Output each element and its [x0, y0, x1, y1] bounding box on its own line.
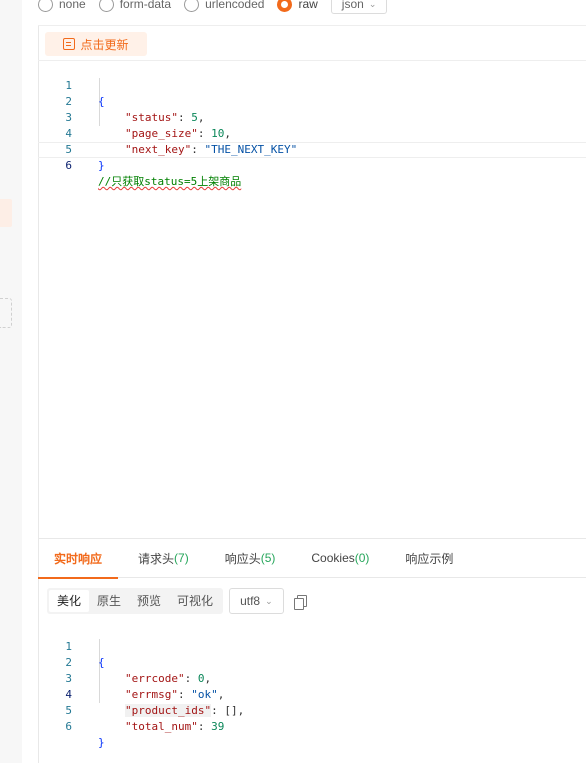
close-brace: } [98, 736, 105, 749]
code-line: 1 { [38, 623, 104, 669]
view-mode-raw[interactable]: 原生 [89, 590, 129, 612]
left-sidebar-edge [0, 0, 22, 763]
code-line: 4 "product_ids": [], [38, 671, 244, 717]
json-key: "errcode" [125, 672, 185, 685]
tab-request-headers[interactable]: 请求头 (7) [122, 538, 205, 578]
code-line: 5 } [38, 126, 104, 172]
radio-circle-icon [38, 0, 53, 12]
encoding-select[interactable]: utf8 ⌄ [229, 588, 284, 614]
radio-none[interactable]: none [38, 0, 86, 12]
sidebar-selected-marker [0, 199, 12, 227]
tab-label: 响应示例 [405, 551, 454, 566]
view-mode-preview[interactable]: 预览 [129, 590, 169, 612]
json-colon: : [184, 672, 198, 685]
open-brace: { [98, 656, 105, 669]
json-key: "product_ids" [125, 704, 212, 717]
radio-label: form-data [119, 0, 172, 11]
raw-format-value: json [341, 0, 364, 11]
tab-label: Cookies [311, 551, 355, 565]
json-value: [] [224, 704, 238, 717]
json-value: 5 [191, 111, 198, 124]
sidebar-drop-zone [0, 298, 12, 328]
json-key: "errmsg" [125, 688, 178, 701]
line-number: 6 [65, 159, 72, 172]
json-colon: : [197, 127, 212, 140]
line-number: 6 [65, 720, 72, 733]
radio-label: urlencoded [205, 0, 265, 11]
code-line: 6 } [38, 703, 104, 749]
tab-count: (5) [260, 551, 276, 565]
response-body-viewer[interactable]: 1 { 2 "errcode": 0, 3 "errmsg": "ok", 4 … [38, 623, 244, 749]
copy-icon[interactable] [293, 594, 307, 610]
radio-label: raw [298, 0, 318, 11]
json-value: 39 [211, 720, 225, 733]
indent-guide [99, 639, 100, 703]
tab-count: (0) [354, 551, 370, 565]
json-value: "ok" [191, 688, 218, 701]
json-key: "page_size" [125, 127, 198, 140]
tab-label: 实时响应 [54, 551, 103, 566]
request-toolbar: 点击更新 [38, 25, 586, 61]
close-brace: } [98, 159, 105, 172]
active-line-highlight [38, 142, 586, 158]
chevron-down-icon: ⌄ [265, 595, 273, 606]
tab-response-headers[interactable]: 响应头 (5) [209, 538, 292, 578]
code-line: 5 "total_num": 39 [38, 687, 224, 733]
request-body-editor[interactable]: 1 { 2 "status": 5, 3 "page_size": 10, 4 … [38, 62, 297, 188]
json-colon: : [211, 704, 225, 717]
json-value: 10 [211, 127, 225, 140]
code-line: 4 "next_key": "THE_NEXT_KEY" [38, 110, 297, 156]
json-colon: : [197, 720, 212, 733]
tab-label: 响应头 [224, 551, 261, 566]
radio-form-data[interactable]: form-data [98, 0, 172, 12]
response-tabs: 实时响应 请求头 (7) 响应头 (5) Cookies (0) 响应示例 [38, 538, 586, 579]
json-key: "status" [125, 111, 178, 124]
body-type-selector: none form-data urlencoded raw json ⌄ [38, 0, 388, 14]
code-line: 1 { [38, 62, 104, 108]
view-mode-segment: 美化 原生 预览 可视化 [47, 588, 224, 614]
json-comma: , [197, 111, 205, 124]
tab-label: 请求头 [138, 551, 175, 566]
radio-circle-icon [98, 0, 114, 12]
radio-circle-icon [184, 0, 200, 12]
tab-response-example[interactable]: 响应示例 [389, 538, 469, 578]
view-mode-pretty[interactable]: 美化 [49, 590, 90, 612]
encoding-value: utf8 [240, 594, 261, 608]
tab-live-response[interactable]: 实时响应 [38, 538, 119, 579]
radio-selected-icon [277, 0, 293, 12]
raw-format-select[interactable]: json ⌄ [330, 0, 388, 14]
code-line: 2 "status": 5, [38, 78, 204, 124]
radio-urlencoded[interactable]: urlencoded [184, 0, 264, 12]
json-key: "total_num" [125, 720, 198, 733]
tab-cookies[interactable]: Cookies (0) [295, 538, 385, 578]
radio-raw[interactable]: raw [277, 0, 318, 12]
json-colon: : [191, 143, 205, 156]
json-comma: , [217, 688, 225, 701]
code-line: 2 "errcode": 0, [38, 639, 211, 685]
open-brace: { [98, 95, 105, 108]
json-value: "THE_NEXT_KEY" [204, 143, 298, 156]
json-comma: , [237, 704, 245, 717]
json-colon: : [177, 688, 192, 701]
json-comma: , [224, 127, 231, 140]
view-mode-visualize[interactable]: 可视化 [169, 590, 221, 612]
json-comma: , [204, 672, 212, 685]
code-comment: //只获取status=5上架商品 [98, 175, 242, 188]
refresh-button[interactable]: 点击更新 [45, 32, 147, 56]
chevron-down-icon: ⌄ [368, 0, 377, 9]
tab-count: (7) [174, 551, 189, 565]
refresh-button-label: 点击更新 [80, 37, 129, 52]
code-line: 3 "page_size": 10, [38, 94, 231, 140]
code-line: 6 //只获取status=5上架商品 [38, 142, 241, 188]
json-key: "next_key" [125, 143, 192, 156]
radio-label: none [59, 0, 86, 11]
response-view-toolbar: 美化 原生 预览 可视化 utf8 ⌄ [47, 588, 307, 614]
json-colon: : [177, 111, 192, 124]
refresh-doc-icon [63, 38, 76, 50]
code-line: 3 "errmsg": "ok", [38, 655, 224, 701]
